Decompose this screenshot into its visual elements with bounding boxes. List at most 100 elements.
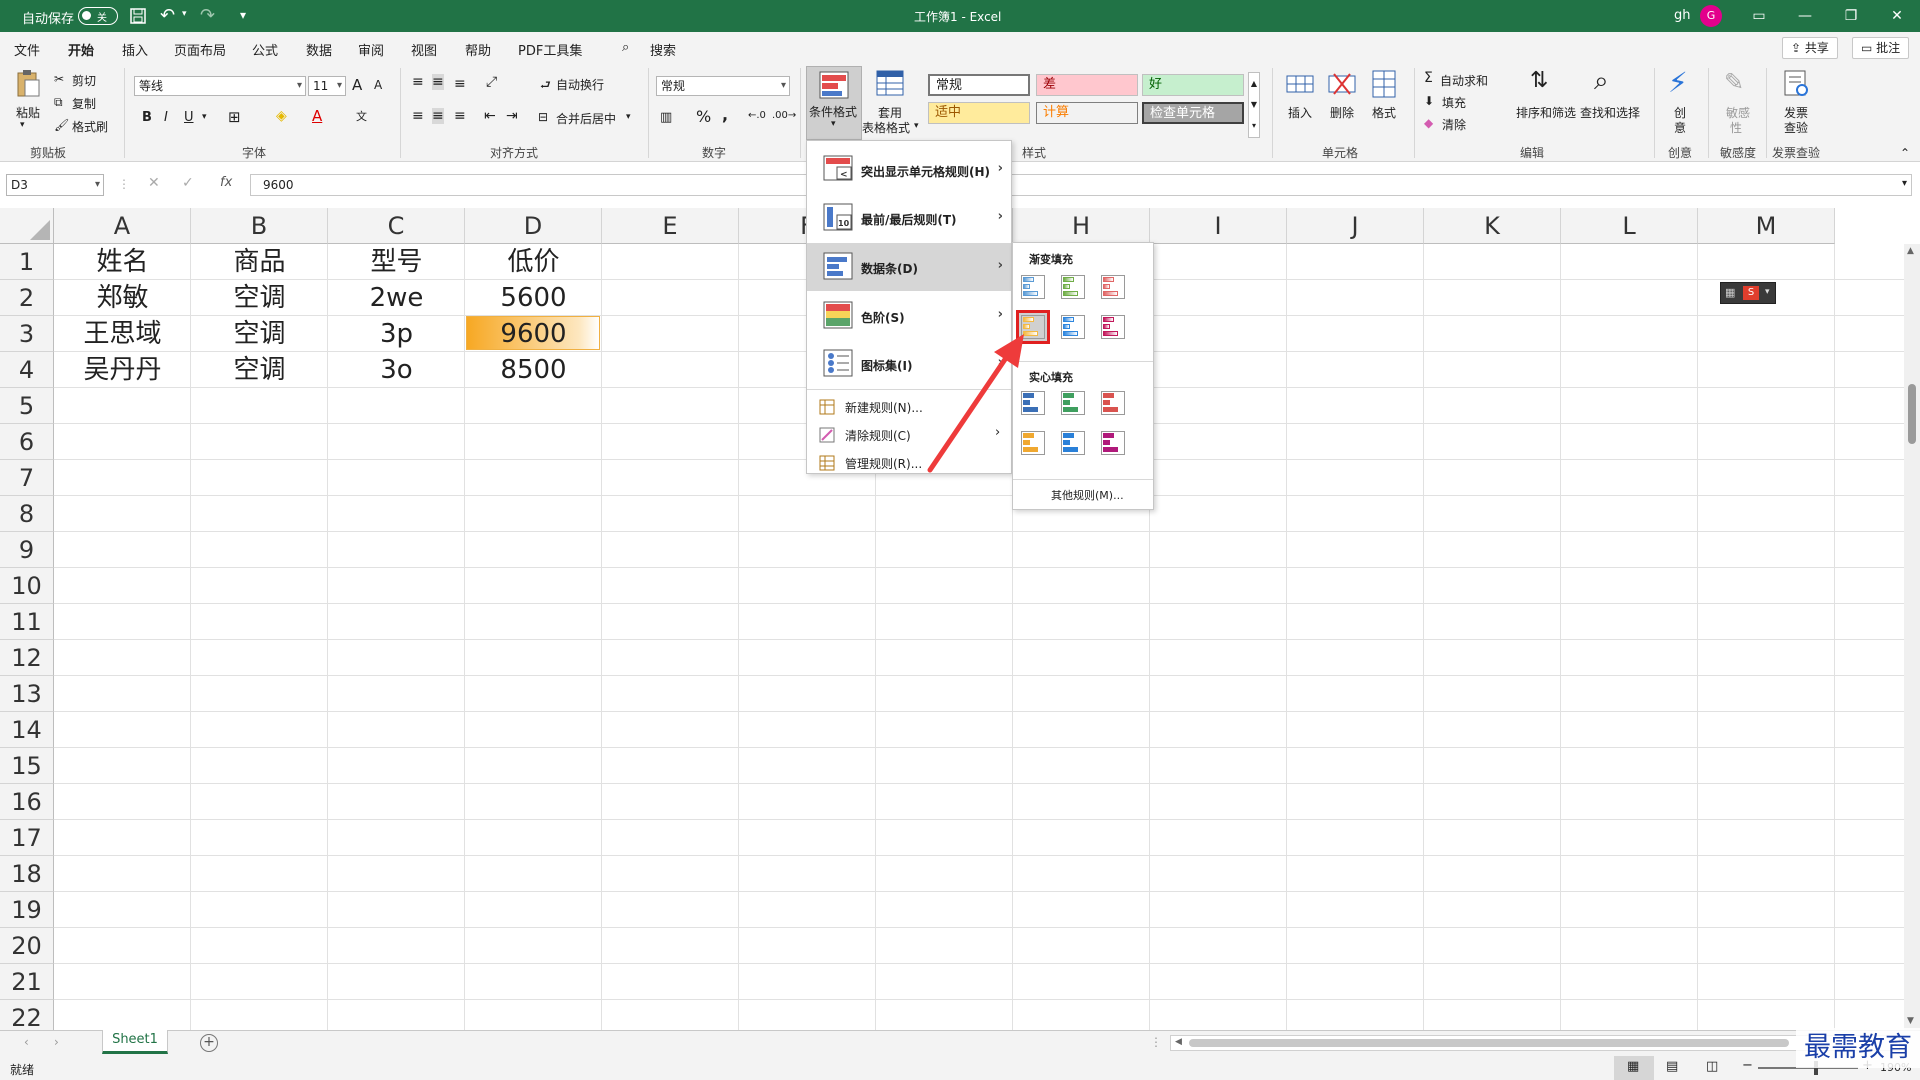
solid-databar-option[interactable] [1099,429,1127,457]
merge-dropdown-icon[interactable]: ▾ [626,112,631,122]
row-header[interactable]: 11 [0,604,54,640]
insert-cells-icon[interactable] [1286,70,1314,98]
cell-B4[interactable]: 空调 [191,352,328,388]
column-header[interactable]: M [1698,208,1835,244]
lightning-icon[interactable]: ⚡ [1668,66,1688,99]
avatar[interactable]: G [1700,5,1722,27]
more-rules-link[interactable]: 其他规则(M)... [1051,487,1124,503]
delete-cells-label[interactable]: 删除 [1330,104,1354,121]
zoom-out-icon[interactable]: − [1742,1058,1753,1073]
cell-A1[interactable]: 姓名 [54,244,191,280]
row-header[interactable]: 15 [0,748,54,784]
clear-icon[interactable]: ◆ [1424,116,1433,130]
find-select-label[interactable]: 查找和选择 [1580,104,1640,121]
wrap-text-icon[interactable]: ⮐ [540,76,551,97]
number-format-combo[interactable]: 常规 ▾ [656,76,790,96]
increase-decimal-icon[interactable]: ←.0 [748,110,766,121]
split-handle-icon[interactable]: ⋮ [1150,1035,1162,1049]
orientation-icon[interactable]: ⤢ [486,74,497,90]
sheet-tab[interactable]: Sheet1 [102,1030,168,1054]
scroll-thumb[interactable] [1189,1039,1789,1047]
floating-toolbar[interactable]: ▦ S ▾ [1720,282,1776,304]
horizontal-scrollbar[interactable]: ◀ [1170,1035,1900,1051]
copy-label[interactable]: 复制 [72,95,96,112]
grow-font-icon[interactable]: A [352,76,362,94]
copy-icon[interactable]: ⧉ [54,95,63,110]
comments-button[interactable]: ▭ 批注 [1852,37,1910,59]
next-sheet-icon[interactable]: › [54,1035,59,1049]
column-header[interactable]: K [1424,208,1561,244]
align-top-icon[interactable]: ≡ [412,74,424,90]
clear-label[interactable]: 清除 [1442,116,1466,133]
row-header[interactable]: 22 [0,1000,54,1030]
style-neutral[interactable]: 适中 [928,102,1030,124]
column-header[interactable]: C [328,208,465,244]
row-header[interactable]: 9 [0,532,54,568]
menu-data-bars[interactable]: 数据条(D) › [807,243,1011,291]
save-icon[interactable] [130,8,146,24]
row-header[interactable]: 10 [0,568,54,604]
row-header[interactable]: 14 [0,712,54,748]
comma-style-button[interactable]: , [722,105,728,124]
wrap-text-label[interactable]: 自动换行 [556,76,604,93]
cell-C2[interactable]: 2we [328,280,465,316]
row-header[interactable]: 16 [0,784,54,820]
paste-icon[interactable] [14,70,42,98]
format-as-table-label-2[interactable]: 表格格式 [862,119,910,136]
format-cells-icon[interactable] [1370,70,1398,98]
bold-button[interactable]: B [142,110,152,125]
fill-icon[interactable]: ⬇ [1424,94,1434,108]
format-painter-icon[interactable]: 🖌 [54,118,69,132]
row-header[interactable]: 21 [0,964,54,1000]
column-header[interactable]: B [191,208,328,244]
select-all-corner[interactable] [0,208,54,244]
sort-filter-label[interactable]: 排序和筛选 [1516,104,1576,121]
prev-sheet-icon[interactable]: ‹ [24,1035,29,1049]
merge-center-icon[interactable]: ⊟ [538,110,548,124]
fill-label[interactable]: 填充 [1442,94,1466,111]
delete-cells-icon[interactable] [1328,70,1356,98]
tab-view[interactable]: 视图 [411,40,437,59]
cell-D1[interactable]: 低价 [465,244,602,280]
tab-file[interactable]: 文件 [14,40,40,59]
cell-A3[interactable]: 王思域 [54,316,191,352]
insert-cells-label[interactable]: 插入 [1288,104,1312,121]
scroll-down-icon[interactable]: ▼ [1907,1016,1914,1026]
fill-color-icon[interactable]: ◈ [276,108,287,124]
customize-qat-icon[interactable]: ▾ [240,8,246,22]
cell-D2[interactable]: 5600 [465,280,602,316]
row-header[interactable]: 20 [0,928,54,964]
tab-page-layout[interactable]: 页面布局 [174,40,226,59]
column-header[interactable]: L [1561,208,1698,244]
format-painter-label[interactable]: 格式刷 [72,118,108,135]
solid-databar-option[interactable] [1059,389,1087,417]
name-box[interactable]: D3 ▾ [6,174,104,196]
row-header[interactable]: 13 [0,676,54,712]
font-color-icon[interactable]: A [312,107,322,125]
style-check-cell[interactable]: 检查单元格 [1142,102,1244,124]
row-header[interactable]: 8 [0,496,54,532]
scroll-left-icon[interactable]: ◀ [1175,1037,1182,1047]
gradient-databar-option[interactable] [1019,273,1047,301]
cell-B1[interactable]: 商品 [191,244,328,280]
cut-icon[interactable]: ✂ [54,72,64,86]
row-header[interactable]: 6 [0,424,54,460]
add-sheet-icon[interactable]: + [200,1034,218,1052]
style-bad[interactable]: 差 [1036,74,1138,96]
vertical-scrollbar[interactable]: ▲ ▼ [1904,244,1920,1030]
accounting-format-icon[interactable]: ▥ [660,110,672,125]
menu-highlight-rules[interactable]: < 突出显示单元格规则(H) › [807,147,1011,193]
cell-B3[interactable]: 空调 [191,316,328,352]
merge-center-label[interactable]: 合并后居中 [556,110,616,127]
chevron-down-icon[interactable]: ▾ [914,121,919,131]
search-label[interactable]: 搜索 [650,40,676,59]
minimize-icon[interactable]: — [1782,0,1828,32]
tab-pdf-tools[interactable]: PDF工具集 [518,40,582,59]
share-button[interactable]: ⇪ 共享 [1782,37,1838,59]
autosum-icon[interactable]: Σ [1424,70,1433,86]
creative-label-2[interactable]: 意 [1674,119,1686,136]
autosave-toggle[interactable]: 关 [78,7,118,25]
search-icon[interactable]: ⌕ [622,40,629,55]
cell-D3[interactable]: 9600 [465,316,602,352]
tab-review[interactable]: 审阅 [358,40,384,59]
